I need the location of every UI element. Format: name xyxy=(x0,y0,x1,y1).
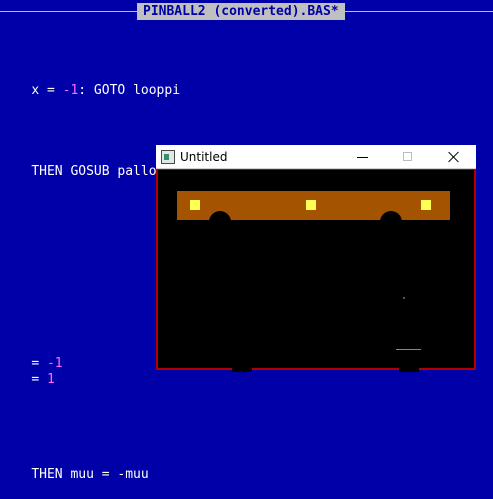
bumper xyxy=(209,211,231,233)
bumper xyxy=(380,211,402,233)
code-line[interactable]: = 1 xyxy=(0,356,54,387)
code-line[interactable]: x = -1: GOTO looppi xyxy=(0,67,180,98)
code-token: THEN muu = -muu xyxy=(31,467,149,482)
maximize-button[interactable] xyxy=(385,145,431,169)
app-window-icon[interactable] xyxy=(161,150,175,164)
code-line[interactable]: = -1 xyxy=(0,340,62,371)
lamp-light xyxy=(190,200,200,210)
maximize-icon xyxy=(403,152,412,161)
ball xyxy=(403,297,405,299)
code-token: = xyxy=(31,372,47,387)
close-icon xyxy=(448,151,460,163)
code-number: 1 xyxy=(46,372,55,387)
drain-slot xyxy=(399,366,419,372)
flipper xyxy=(396,349,421,350)
game-window[interactable]: Untitled xyxy=(156,145,476,372)
window-titlebar[interactable]: Untitled xyxy=(156,145,476,169)
code-number: -1 xyxy=(62,83,79,98)
code-line[interactable]: THEN GOSUB pallo xyxy=(0,148,156,179)
minimize-icon xyxy=(357,157,368,158)
document-title: PINBALL2 (converted).BAS* xyxy=(137,3,345,20)
lamp-light xyxy=(421,200,431,210)
minimize-button[interactable] xyxy=(339,145,385,169)
code-token: : GOTO looppi xyxy=(78,83,181,98)
drain-slot xyxy=(232,366,252,372)
code-line[interactable]: THEN muu = -muu xyxy=(0,451,148,482)
code-token: THEN GOSUB pallo xyxy=(31,164,157,179)
close-button[interactable] xyxy=(431,145,477,169)
game-canvas[interactable] xyxy=(158,170,474,372)
code-token: x = xyxy=(31,83,63,98)
window-title: Untitled xyxy=(180,150,228,164)
lamp-light xyxy=(306,200,316,210)
